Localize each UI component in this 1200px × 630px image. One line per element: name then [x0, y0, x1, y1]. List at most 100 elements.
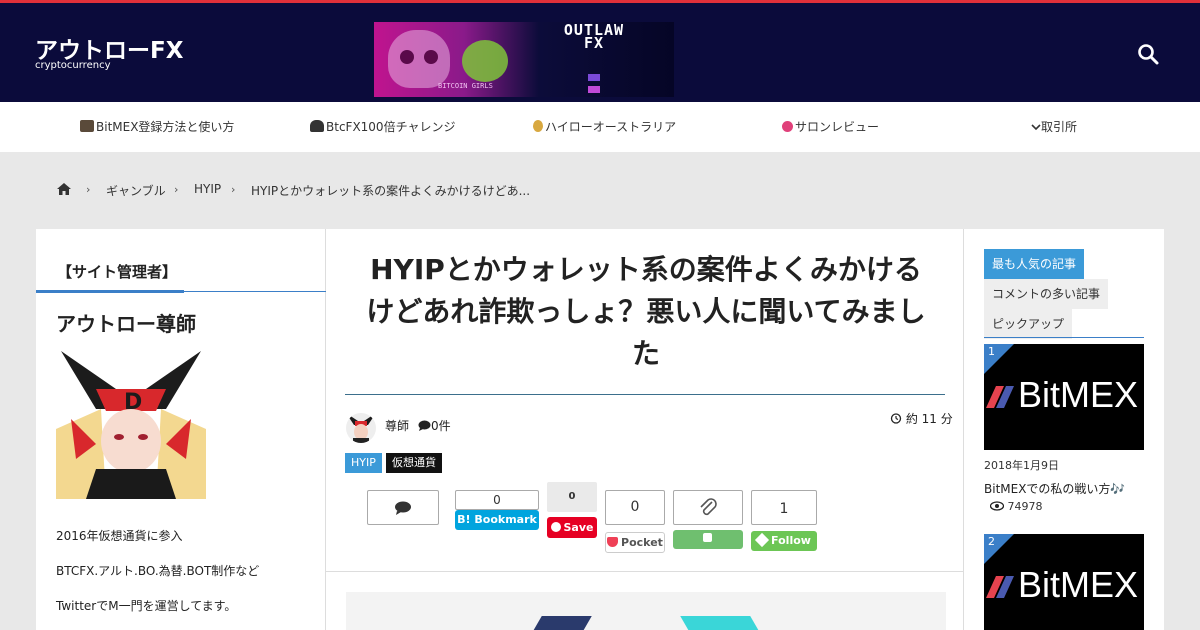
- main-article: HYIPとかウォレット系の案件よくみかける けどあれ詐欺っしょ？悪い人に聞いてみ…: [326, 229, 964, 630]
- avatar-illustration: D: [56, 351, 206, 499]
- evernote-button[interactable]: EVERNOTE: [673, 530, 743, 563]
- nav-label: BtcFX100倍チャレンジ: [326, 120, 456, 134]
- author-avatar[interactable]: [346, 413, 376, 443]
- banner-title: OUTLAW FX: [538, 23, 650, 52]
- banner-title-line2: FX: [583, 34, 605, 52]
- pinterest-save-button[interactable]: Save: [547, 517, 597, 538]
- feedly-icon: [754, 532, 770, 548]
- header-banner[interactable]: OUTLAW FX BITCOIN GIRLS: [374, 22, 674, 97]
- banner-caption: BITCOIN GIRLS: [438, 82, 493, 90]
- tab-most-commented[interactable]: コメントの多い記事: [984, 279, 1109, 309]
- rank-number: 1: [988, 345, 995, 358]
- feedly-label: Follow: [771, 534, 811, 547]
- views-count: 74978: [1007, 500, 1043, 513]
- nav-label: ハイローオーストラリア: [545, 120, 677, 134]
- pinterest-count: 0: [547, 482, 597, 512]
- tag-hyip[interactable]: HYIP: [345, 453, 382, 473]
- admin-heading-box: 【サイト管理者】: [36, 229, 326, 293]
- invader-icon: [588, 74, 600, 81]
- author-name[interactable]: 尊師: [385, 417, 409, 434]
- pocket-count: 0: [605, 490, 665, 525]
- comment-count-label: 0件: [431, 419, 451, 433]
- tag-crypto[interactable]: 仮想通貨: [386, 453, 442, 473]
- invader-icon: [588, 86, 600, 93]
- paperclip-icon: [700, 498, 717, 516]
- rank-number: 2: [988, 535, 995, 548]
- dog-graphic: [462, 40, 508, 82]
- admin-avatar: D: [56, 349, 206, 499]
- pocket-button[interactable]: Pocket: [605, 532, 665, 553]
- read-time-label: 約 11 分: [905, 412, 953, 426]
- nav-item-exchange[interactable]: 取引所: [1031, 102, 1077, 152]
- nav-item-salon[interactable]: サロンレビュー: [782, 102, 879, 152]
- heart-emoji-icon: [782, 121, 793, 132]
- evernote-icon: [702, 533, 712, 542]
- nav-label: BitMEX登録方法と使い方: [96, 120, 235, 134]
- article-views: 74978: [989, 500, 1043, 513]
- money-bag-emoji-icon: [533, 120, 543, 132]
- nav-label: 取引所: [1041, 120, 1078, 134]
- title-divider: [345, 394, 945, 395]
- tab-pickup[interactable]: ピックアップ: [984, 309, 1073, 339]
- thumb-text: BitMEX: [1018, 374, 1139, 415]
- hero-shape: [530, 616, 592, 630]
- thumb-text: BitMEX: [1018, 564, 1139, 605]
- pocket-label: Pocket: [621, 536, 663, 549]
- pinterest-label: Save: [563, 521, 594, 534]
- site-header: アウトローFX cryptocurrency OUTLAW FX BITCOIN…: [0, 0, 1200, 102]
- post-title-line: HYIPとかウォレット系の案件よくみかける: [370, 253, 922, 286]
- nav-item-bitmex[interactable]: BitMEX登録方法と使い方: [80, 102, 234, 152]
- chevron-right-icon: ›: [174, 183, 179, 196]
- breadcrumb-item[interactable]: ギャンブル: [106, 182, 166, 199]
- breadcrumb-current: HYIPとかウォレット系の案件よくみかけるけどあ...: [251, 184, 531, 198]
- eye-icon: [989, 501, 1005, 511]
- breadcrumb-item[interactable]: HYIP: [194, 182, 221, 196]
- hatena-bookmark-button[interactable]: B! Bookmark: [455, 510, 539, 530]
- bitmex-logo-icon: [986, 576, 1014, 598]
- pocket-icon: [607, 537, 619, 547]
- article-thumbnail[interactable]: BitMEX 1: [984, 344, 1144, 450]
- feedly-count: 1: [751, 490, 817, 525]
- admin-name: アウトロー尊師: [56, 312, 196, 336]
- read-time: 約 11 分: [890, 410, 953, 427]
- chevron-down-icon: [1031, 124, 1041, 131]
- skull-graphic: [388, 30, 450, 88]
- bitmex-logo-icon: [986, 386, 1014, 408]
- hero-image: [346, 592, 946, 630]
- author-avatar-illustration: [346, 413, 376, 443]
- feedly-follow-button[interactable]: Follow: [751, 531, 817, 551]
- case-emoji-icon: [80, 120, 94, 132]
- evernote-clip-box[interactable]: [673, 490, 743, 525]
- nav-item-btcfx[interactable]: BtcFX100倍チャレンジ: [310, 102, 455, 152]
- heading-underline: [36, 290, 184, 293]
- bio-line: 2016年仮想通貨に参入: [56, 529, 183, 543]
- post-title: HYIPとかウォレット系の案件よくみかける けどあれ詐欺っしょ？悪い人に聞いてみ…: [346, 249, 946, 375]
- nav-label: サロンレビュー: [795, 120, 880, 134]
- space-invader-emoji-icon: [310, 120, 324, 132]
- left-sidebar: 【サイト管理者】 アウトロー尊師 D 2016年仮想通貨に参入 BTCFX.アル…: [36, 229, 326, 630]
- chevron-right-icon: ›: [231, 183, 236, 196]
- article-thumbnail[interactable]: BitMEX 2: [984, 534, 1144, 630]
- hero-shape: [680, 616, 762, 630]
- alarm-clock-icon: [890, 413, 902, 424]
- comment-bubble-icon: [395, 501, 411, 515]
- bio-line: BTCFX.アルト.BO.為替.BOT制作など: [56, 564, 260, 578]
- search-icon[interactable]: [1136, 42, 1160, 66]
- global-nav: BitMEX登録方法と使い方 BtcFX100倍チャレンジ ハイローオーストラリ…: [0, 102, 1200, 152]
- comment-count[interactable]: 0件: [418, 417, 451, 434]
- home-icon[interactable]: [56, 182, 72, 196]
- chevron-right-icon: ›: [86, 183, 91, 196]
- right-sidebar: 最も人気の記事 コメントの多い記事 ピックアップ BitMEX 1 2018年1…: [964, 229, 1164, 630]
- meta-divider: [326, 571, 964, 572]
- comment-share-button[interactable]: [367, 490, 439, 525]
- nav-item-highlow[interactable]: ハイローオーストラリア: [533, 102, 676, 152]
- tab-divider: [984, 337, 1144, 338]
- skull-eye: [400, 50, 414, 64]
- comment-icon: [418, 420, 431, 431]
- site-subtitle: cryptocurrency: [35, 60, 111, 71]
- article-title[interactable]: BitMEXでの私の戦い方🎶: [984, 480, 1125, 497]
- tab-popular[interactable]: 最も人気の記事: [984, 249, 1085, 279]
- article-date: 2018年1月9日: [984, 459, 1059, 472]
- hatena-count: 0: [455, 490, 539, 510]
- post-title-line: けどあれ詐欺っしょ？悪い人に聞いてみまし: [366, 295, 926, 328]
